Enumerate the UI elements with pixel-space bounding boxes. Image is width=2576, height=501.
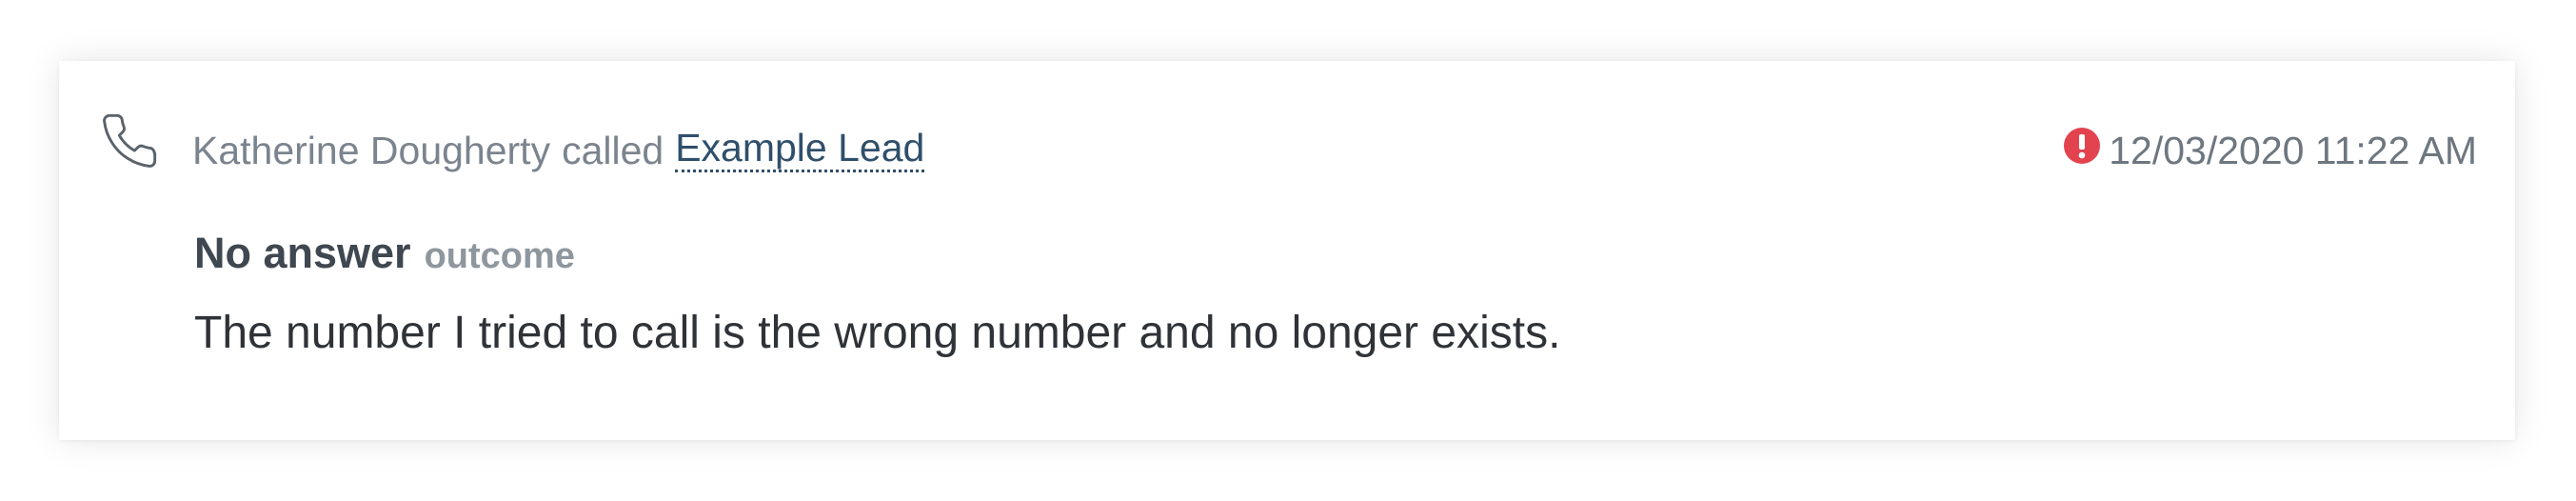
call-activity-card: Katherine Dougherty called Example Lead … bbox=[59, 61, 2515, 440]
phone-icon bbox=[99, 110, 160, 171]
outcome-label: outcome bbox=[424, 236, 575, 276]
activity-timestamp: 12/03/2020 11:22 AM bbox=[2063, 122, 2477, 179]
alert-icon bbox=[2063, 127, 2109, 174]
call-outcome: No answer outcome bbox=[194, 229, 575, 286]
activity-action: called bbox=[562, 128, 664, 172]
timestamp-text: 12/03/2020 11:22 AM bbox=[2109, 128, 2477, 172]
outcome-value: No answer bbox=[194, 229, 411, 277]
lead-link[interactable]: Example Lead bbox=[675, 129, 925, 172]
call-note: The number I tried to call is the wrong … bbox=[194, 308, 1561, 358]
activity-header: Katherine Dougherty called Example Lead bbox=[192, 122, 925, 179]
caller-name: Katherine Dougherty bbox=[192, 128, 551, 172]
